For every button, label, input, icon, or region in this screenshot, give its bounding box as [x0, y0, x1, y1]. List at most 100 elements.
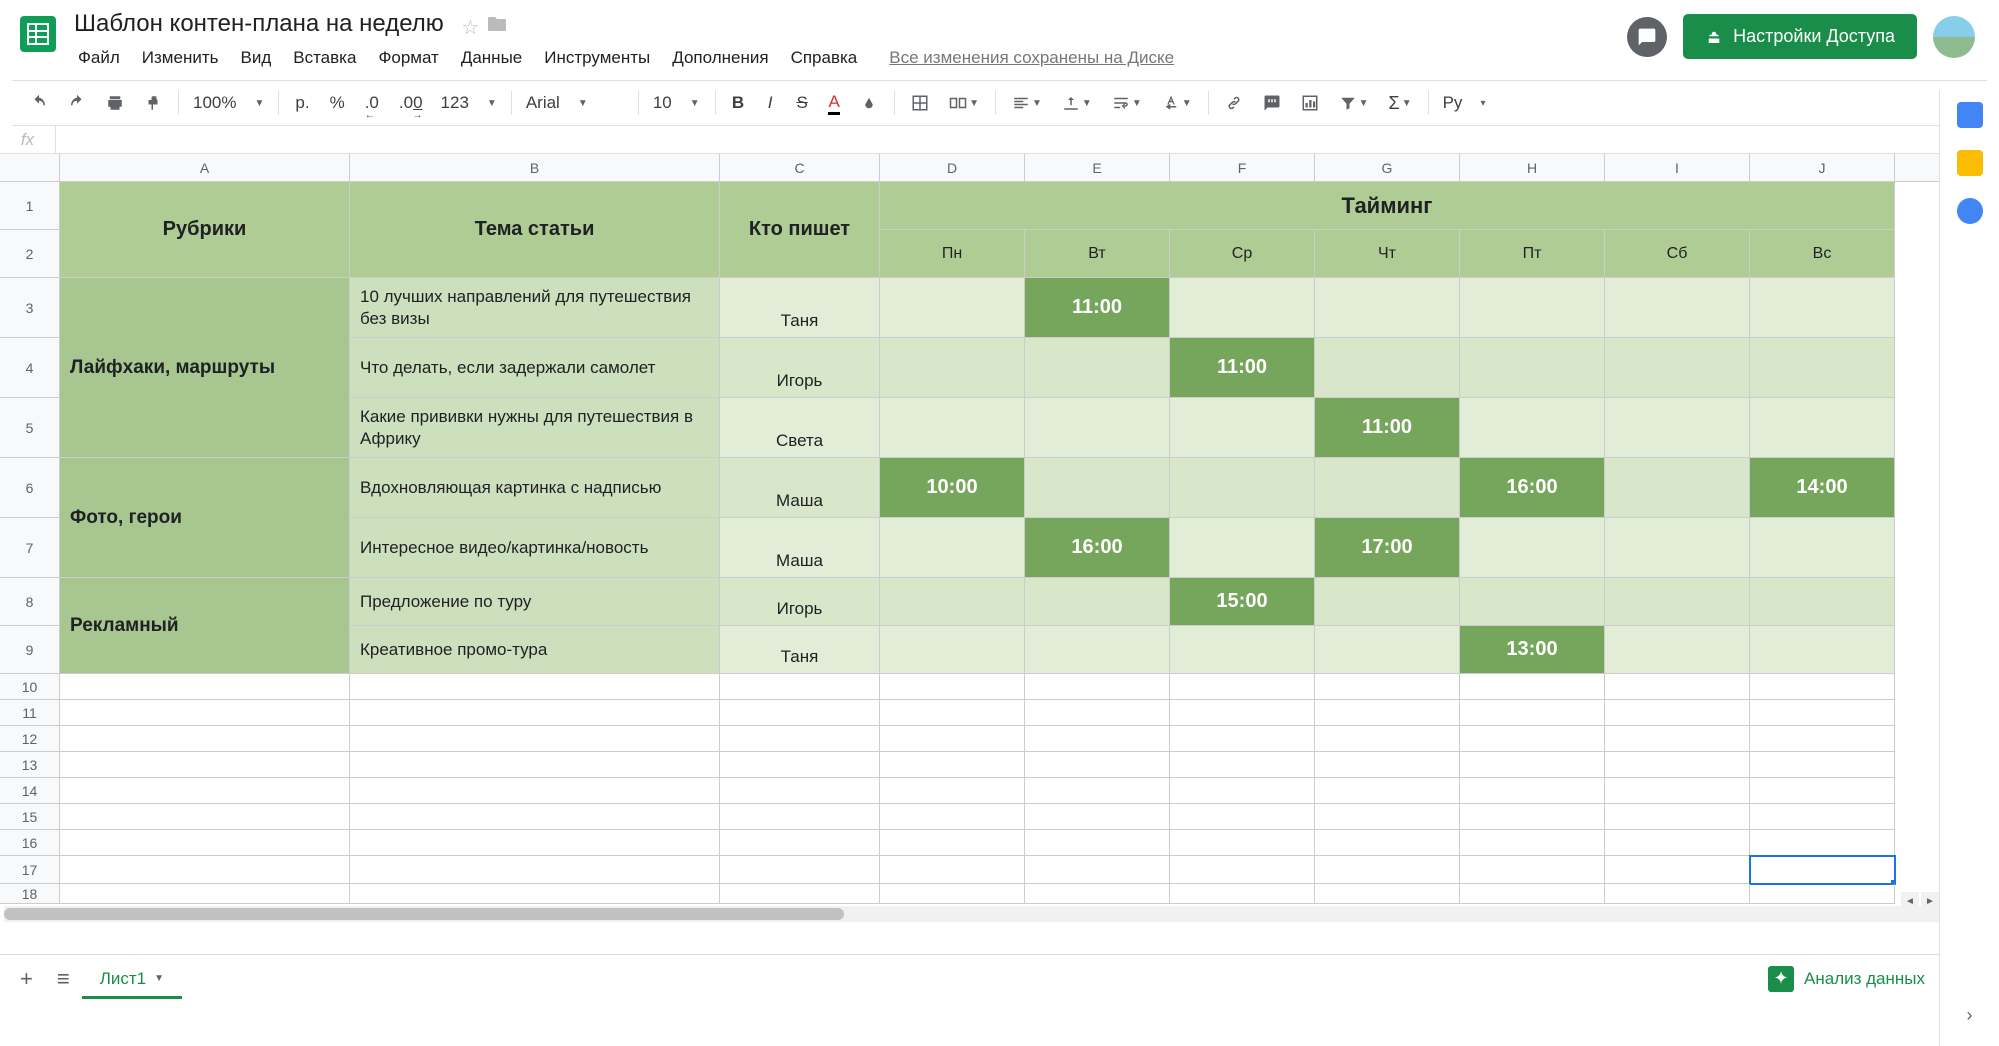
cell[interactable] [1025, 398, 1170, 458]
cell[interactable]: Тема статьи [350, 182, 720, 278]
cell[interactable] [60, 700, 350, 726]
print-button[interactable] [98, 89, 132, 117]
cell[interactable] [1170, 518, 1315, 578]
cell[interactable] [1025, 752, 1170, 778]
scroll-left-button[interactable]: ◄ [1901, 892, 1919, 910]
cell[interactable]: Игорь [720, 578, 880, 626]
menu-Справка[interactable]: Справка [781, 44, 868, 72]
cell[interactable]: Что делать, если задержали самолет [350, 338, 720, 398]
cell[interactable] [1750, 398, 1895, 458]
cell[interactable]: Игорь [720, 338, 880, 398]
cell[interactable] [1315, 752, 1460, 778]
cell[interactable]: 11:00 [1315, 398, 1460, 458]
row-header-4[interactable]: 4 [0, 338, 59, 398]
menu-Изменить[interactable]: Изменить [132, 44, 229, 72]
column-header-D[interactable]: D [880, 154, 1025, 181]
comments-button[interactable] [1627, 17, 1667, 57]
tasks-addon-icon[interactable] [1957, 198, 1983, 224]
cell[interactable] [1315, 700, 1460, 726]
cell[interactable] [1460, 804, 1605, 830]
row-header-12[interactable]: 12 [0, 726, 59, 752]
selected-cell[interactable] [1750, 856, 1895, 884]
font-select[interactable]: Arial▼ [520, 89, 630, 117]
row-header-8[interactable]: 8 [0, 578, 59, 626]
cell[interactable]: 10:00 [880, 458, 1025, 518]
format-percent-button[interactable]: % [322, 89, 353, 117]
cell[interactable] [1605, 578, 1750, 626]
cell[interactable]: 16:00 [1025, 518, 1170, 578]
increase-decimal-button[interactable]: .00→ [391, 89, 431, 117]
cell[interactable] [1170, 458, 1315, 518]
cell[interactable] [1170, 626, 1315, 674]
cell[interactable] [1170, 778, 1315, 804]
cell[interactable]: Тайминг [880, 182, 1895, 230]
filter-button[interactable]: ▼ [1331, 89, 1377, 117]
cell[interactable] [1750, 804, 1895, 830]
row-header-7[interactable]: 7 [0, 518, 59, 578]
cell[interactable]: Предложение по туру [350, 578, 720, 626]
row-header-9[interactable]: 9 [0, 626, 59, 674]
cell[interactable]: Маша [720, 518, 880, 578]
cell[interactable]: Света [720, 398, 880, 458]
cell[interactable] [1460, 578, 1605, 626]
column-header-G[interactable]: G [1315, 154, 1460, 181]
cell[interactable]: Рубрики [60, 182, 350, 278]
text-wrap-button[interactable]: ▼ [1104, 89, 1150, 117]
cell[interactable] [60, 778, 350, 804]
menu-Файл[interactable]: Файл [68, 44, 130, 72]
cell[interactable] [720, 884, 880, 904]
cell[interactable] [1170, 752, 1315, 778]
cell[interactable] [1025, 578, 1170, 626]
calendar-addon-icon[interactable] [1957, 102, 1983, 128]
cell[interactable] [1170, 830, 1315, 856]
cell[interactable] [60, 752, 350, 778]
paint-format-button[interactable] [136, 89, 170, 117]
cell[interactable] [1605, 338, 1750, 398]
cell[interactable]: Таня [720, 626, 880, 674]
cell[interactable]: 10 лучших направлений для путешествия бе… [350, 278, 720, 338]
insert-comment-button[interactable] [1255, 89, 1289, 117]
cell[interactable] [1605, 804, 1750, 830]
row-header-6[interactable]: 6 [0, 458, 59, 518]
menu-Вид[interactable]: Вид [230, 44, 281, 72]
cell[interactable] [1460, 338, 1605, 398]
cell[interactable] [1170, 700, 1315, 726]
cell[interactable] [1605, 674, 1750, 700]
cell[interactable] [880, 856, 1025, 884]
cell[interactable] [720, 856, 880, 884]
cell[interactable] [1605, 884, 1750, 904]
show-side-panel-button[interactable]: › [1967, 1005, 1973, 1026]
font-size-select[interactable]: 10▼ [647, 89, 707, 117]
cell[interactable]: Пн [880, 230, 1025, 278]
cell[interactable]: 11:00 [1025, 278, 1170, 338]
cell[interactable] [880, 626, 1025, 674]
decrease-decimal-button[interactable]: ←.0 [357, 89, 387, 117]
cell[interactable] [880, 884, 1025, 904]
cell[interactable] [350, 884, 720, 904]
cell[interactable]: Какие прививки нужны для путешествия в А… [350, 398, 720, 458]
cell[interactable] [1605, 752, 1750, 778]
column-header-A[interactable]: A [60, 154, 350, 181]
cell[interactable] [1460, 700, 1605, 726]
column-header-H[interactable]: H [1460, 154, 1605, 181]
italic-button[interactable]: I [756, 89, 784, 117]
cell[interactable]: 14:00 [1750, 458, 1895, 518]
cell[interactable] [350, 674, 720, 700]
sheets-logo[interactable] [12, 8, 64, 60]
cell[interactable] [1605, 278, 1750, 338]
cell[interactable] [60, 674, 350, 700]
cell[interactable]: Лайфхаки, маршруты [60, 278, 350, 458]
cell[interactable] [1750, 700, 1895, 726]
horizontal-scrollbar[interactable] [4, 906, 1939, 922]
cell[interactable] [60, 884, 350, 904]
saved-status[interactable]: Все изменения сохранены на Диске [879, 44, 1184, 71]
text-rotation-button[interactable]: ▼ [1154, 89, 1200, 117]
menu-Формат[interactable]: Формат [368, 44, 448, 72]
cell[interactable] [1025, 778, 1170, 804]
cell[interactable] [1605, 726, 1750, 752]
user-avatar[interactable] [1933, 16, 1975, 58]
cell[interactable] [720, 726, 880, 752]
cell[interactable] [720, 830, 880, 856]
add-sheet-button[interactable]: + [8, 958, 45, 1000]
cell[interactable] [1025, 626, 1170, 674]
